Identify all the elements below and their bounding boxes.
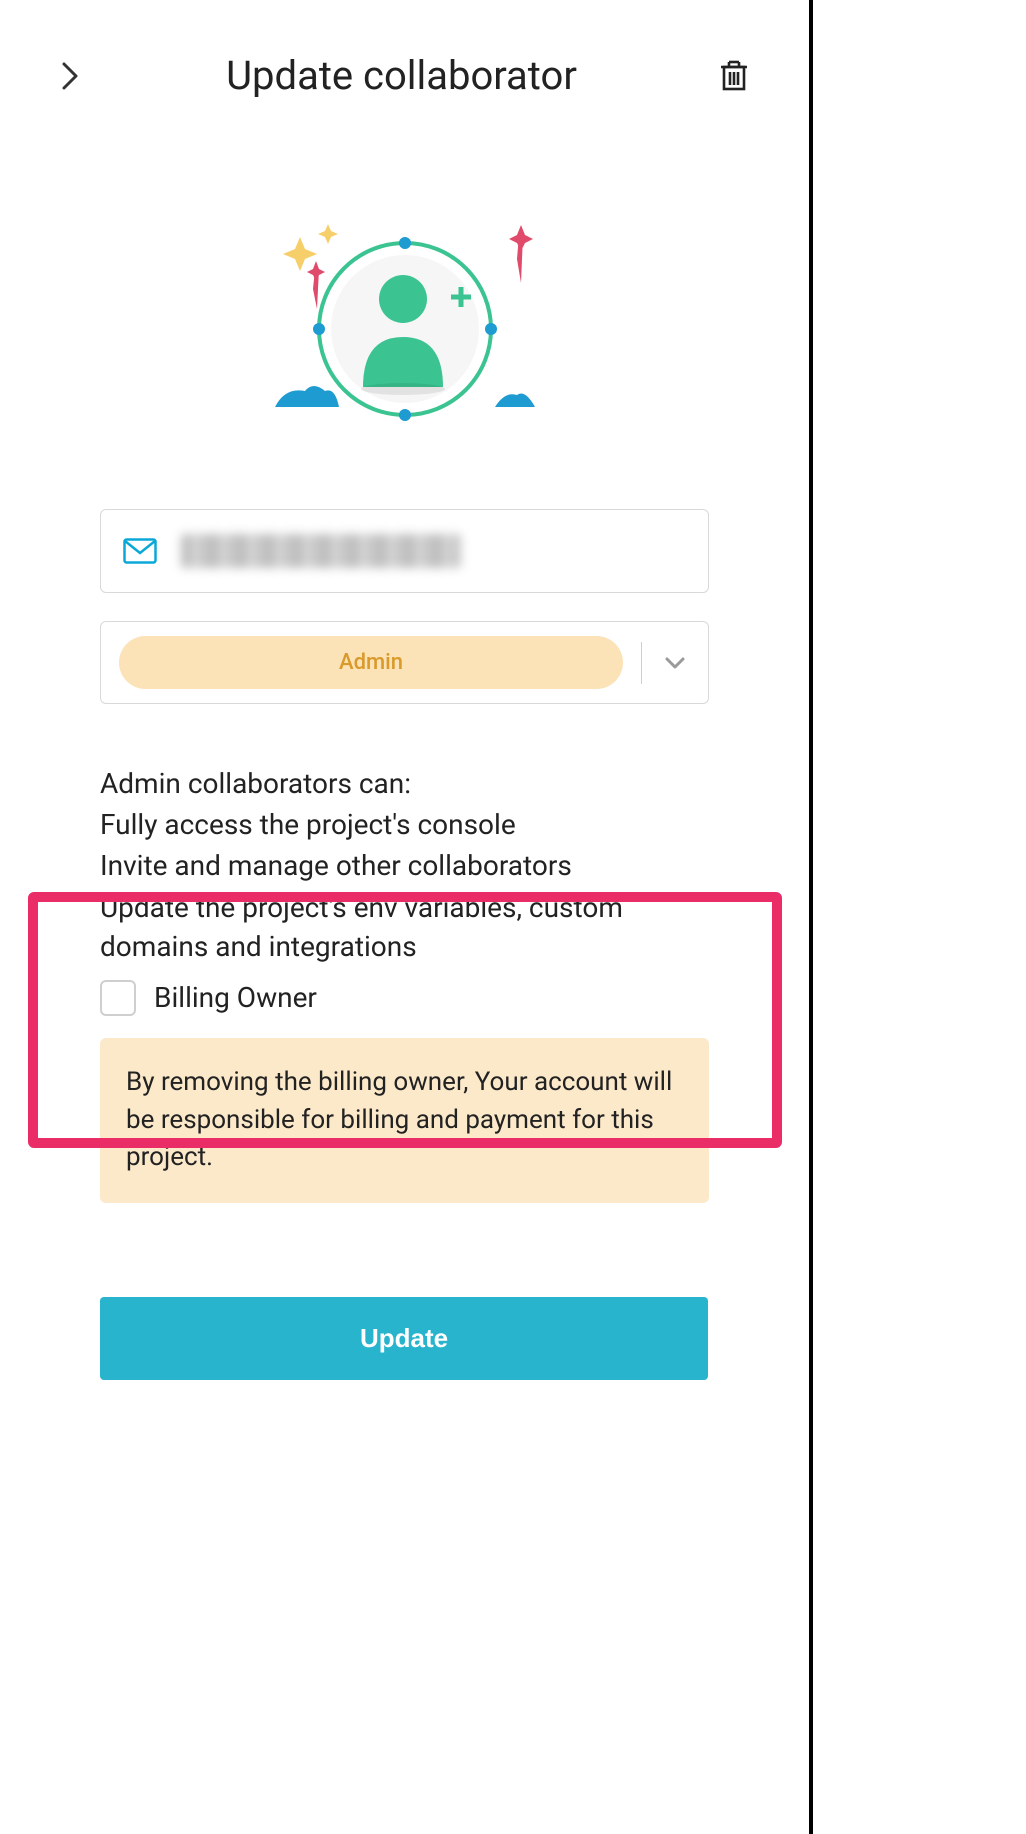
desc-line: Fully access the project's console (100, 805, 709, 844)
email-value-redacted (181, 534, 461, 568)
billing-warning: By removing the billing owner, Your acco… (100, 1038, 709, 1203)
desc-heading: Admin collaborators can: (100, 764, 709, 803)
page-title: Update collaborator (84, 52, 719, 99)
chevron-down-icon (664, 656, 686, 670)
back-button[interactable] (56, 62, 84, 90)
role-dropdown-toggle[interactable] (660, 648, 690, 678)
desc-line: Invite and manage other collaborators (100, 846, 709, 885)
update-button[interactable]: Update (100, 1297, 708, 1380)
delete-button[interactable] (719, 59, 753, 93)
chevron-right-icon (60, 60, 80, 92)
collaborator-illustration (0, 219, 809, 439)
billing-owner-checkbox[interactable] (100, 980, 136, 1016)
role-pill: Admin (119, 636, 623, 689)
desc-line: Update the project's env variables, cust… (100, 888, 709, 966)
divider (641, 642, 642, 684)
mail-icon (123, 538, 157, 564)
email-field[interactable] (100, 509, 709, 593)
role-description: Admin collaborators can: Fully access th… (0, 764, 809, 966)
billing-owner-label: Billing Owner (154, 981, 317, 1014)
trash-icon (719, 59, 749, 93)
role-selector[interactable]: Admin (100, 621, 709, 704)
